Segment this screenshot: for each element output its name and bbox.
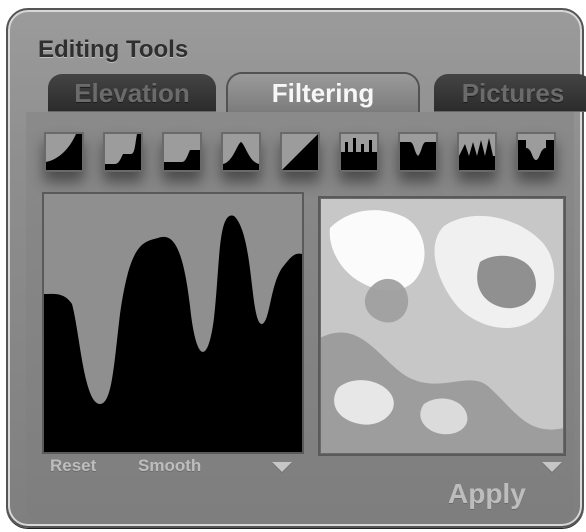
tab-pictures[interactable]: Pictures — [434, 74, 586, 112]
step-curve-icon[interactable] — [162, 132, 202, 172]
dip-curve-icon[interactable] — [516, 132, 556, 172]
tab-label: Filtering — [271, 77, 375, 108]
comb-spikes-icon[interactable] — [339, 132, 379, 172]
linear-ramp-icon[interactable] — [280, 132, 320, 172]
tab-bar: Elevation Filtering Pictures — [48, 74, 586, 112]
notch-curve-icon[interactable] — [398, 132, 438, 172]
tab-label: Elevation — [74, 77, 190, 108]
filter-presets — [44, 132, 564, 178]
terrain-preview — [320, 198, 564, 454]
peak-curve-icon[interactable] — [221, 132, 261, 172]
apply-button[interactable]: Apply — [448, 478, 526, 510]
tab-elevation[interactable]: Elevation — [48, 74, 216, 112]
tab-filtering[interactable]: Filtering — [228, 74, 418, 112]
panel-title: Editing Tools — [38, 36, 189, 63]
curve-up-icon[interactable] — [44, 132, 84, 172]
chevron-down-icon[interactable] — [272, 462, 292, 472]
tab-label: Pictures — [461, 77, 565, 108]
editing-tools-panel: Editing Tools Elevation Filtering Pictur… — [6, 8, 586, 528]
chevron-down-icon[interactable] — [542, 462, 562, 472]
sawtooth-spikes-icon[interactable] — [457, 132, 497, 172]
filter-curve-editor[interactable] — [44, 194, 302, 452]
stairs-curve-icon[interactable] — [103, 132, 143, 172]
reset-button[interactable]: Reset — [50, 456, 96, 476]
smooth-button[interactable]: Smooth — [138, 456, 201, 476]
